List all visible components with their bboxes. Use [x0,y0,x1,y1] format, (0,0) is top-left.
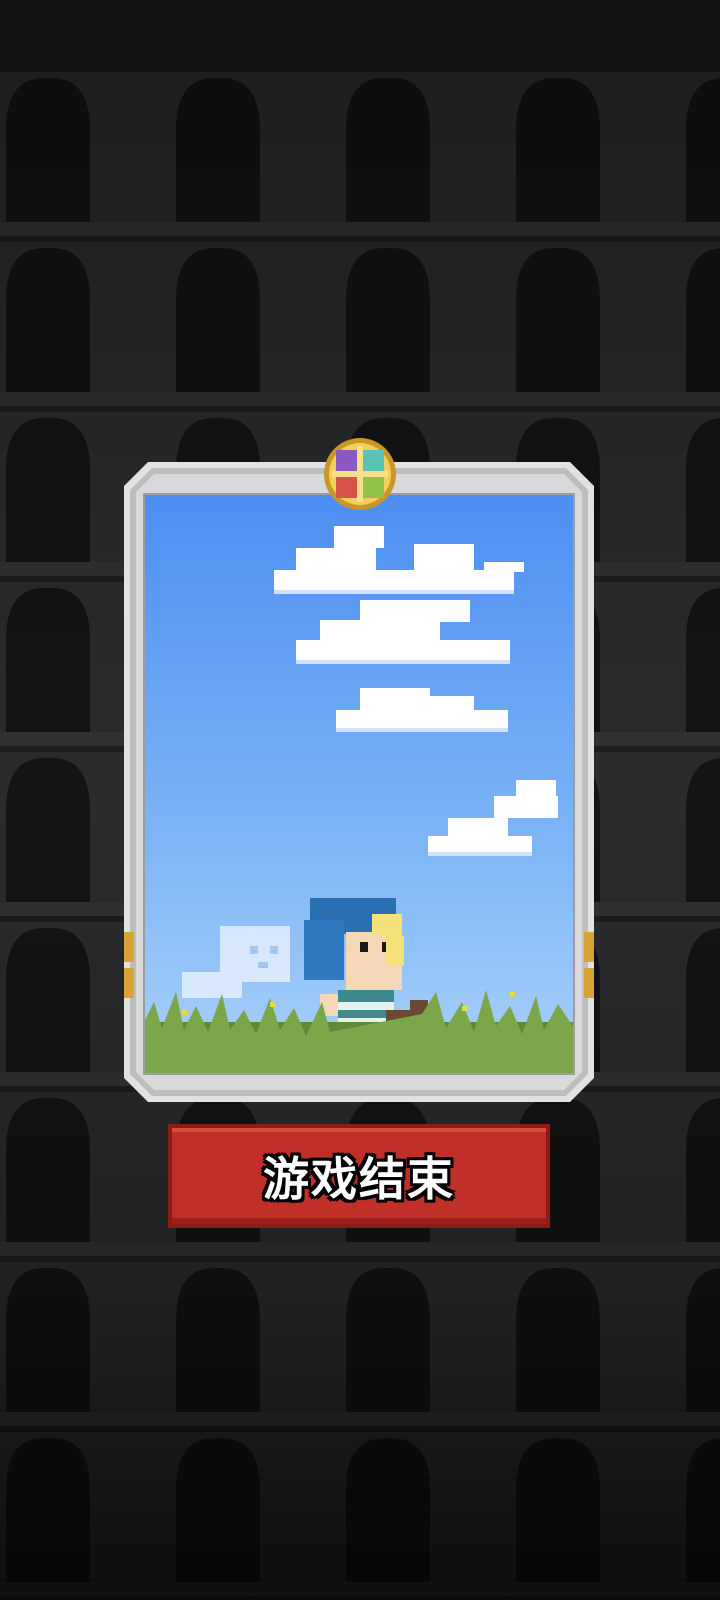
game-over-screen: 游戏结束 [0,0,720,1600]
hero-card [124,438,594,1102]
game-over-button[interactable]: 游戏结束 [168,1124,550,1228]
game-over-label: 游戏结束 [263,1152,455,1206]
card-artwork [124,462,594,1102]
four-class-emblem-icon [324,438,396,510]
